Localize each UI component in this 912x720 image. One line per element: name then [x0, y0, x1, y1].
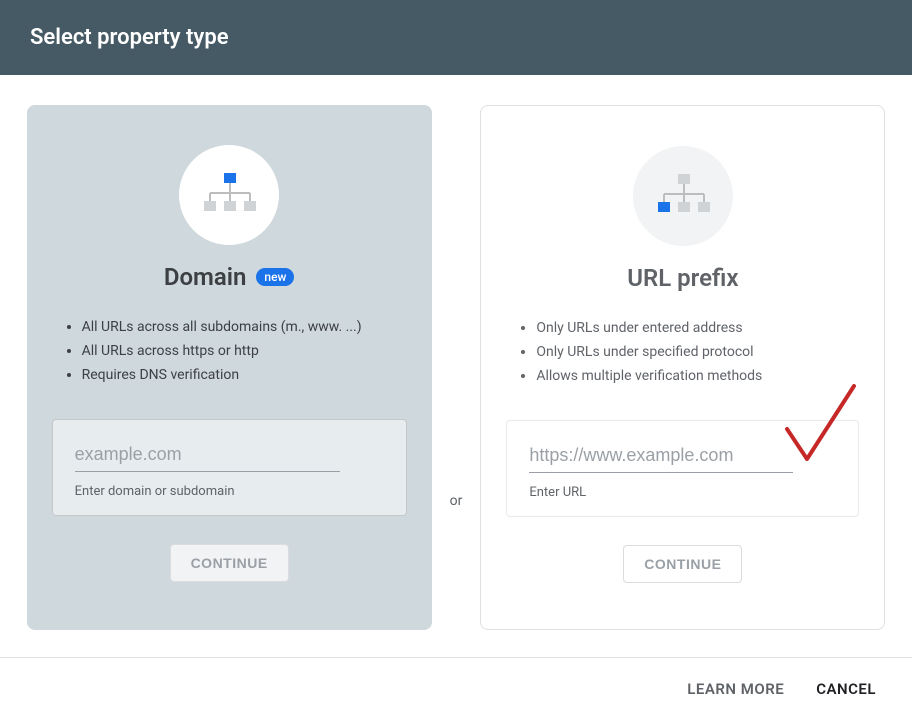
domain-bullet: All URLs across https or http — [82, 340, 362, 364]
dialog-body: Domain new All URLs across all subdomain… — [0, 75, 912, 657]
url-helper: Enter URL — [529, 485, 836, 500]
or-divider: or — [450, 493, 463, 509]
domain-helper: Enter domain or subdomain — [75, 484, 384, 499]
url-icon-circle — [633, 146, 733, 246]
domain-icon-circle — [179, 145, 279, 245]
dialog-header: Select property type — [0, 0, 912, 75]
domain-bullet: Requires DNS verification — [82, 364, 362, 388]
url-bullet: Only URLs under specified protocol — [536, 341, 762, 365]
domain-bullets: All URLs across all subdomains (m., www.… — [52, 316, 362, 387]
domain-input-box: Enter domain or subdomain — [52, 419, 407, 516]
learn-more-button[interactable]: LEARN MORE — [687, 680, 784, 698]
new-badge: new — [256, 268, 294, 286]
url-input-box: Enter URL — [506, 420, 859, 517]
sitemap-icon — [202, 171, 256, 219]
url-bullet: Allows multiple verification methods — [536, 365, 762, 389]
dialog-footer: LEARN MORE CANCEL — [0, 657, 912, 720]
url-prefix-card[interactable]: URL prefix Only URLs under entered addre… — [480, 105, 885, 630]
domain-card[interactable]: Domain new All URLs across all subdomain… — [27, 105, 432, 630]
url-title-row: URL prefix — [627, 264, 738, 292]
cancel-button[interactable]: CANCEL — [816, 680, 876, 698]
sitemap-icon — [656, 172, 710, 220]
url-title: URL prefix — [627, 264, 738, 292]
domain-bullet: All URLs across all subdomains (m., www.… — [82, 316, 362, 340]
domain-continue-button[interactable]: CONTINUE — [170, 544, 289, 582]
dialog-title: Select property type — [30, 25, 229, 50]
url-input[interactable] — [529, 439, 793, 473]
domain-title-row: Domain new — [164, 263, 295, 291]
url-continue-button[interactable]: CONTINUE — [623, 545, 742, 583]
url-bullets: Only URLs under entered address Only URL… — [506, 317, 762, 388]
domain-title: Domain — [164, 263, 247, 291]
url-bullet: Only URLs under entered address — [536, 317, 762, 341]
domain-input[interactable] — [75, 438, 341, 472]
